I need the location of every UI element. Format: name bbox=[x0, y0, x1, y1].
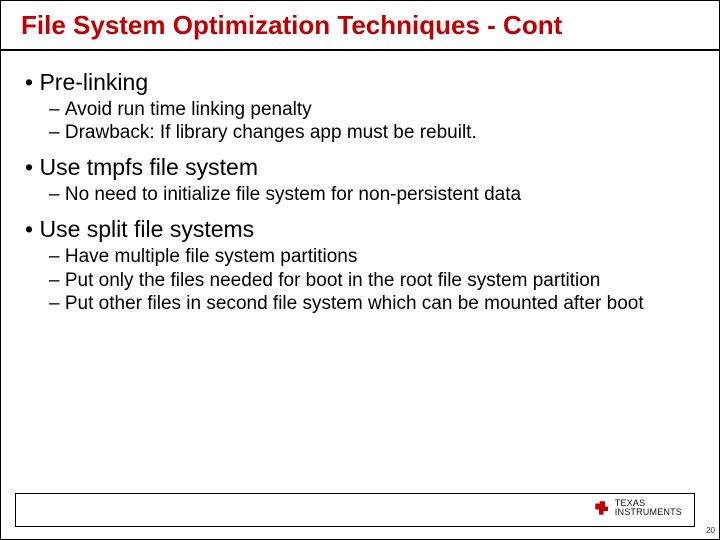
sub-bullet: – No need to initialize file system for … bbox=[49, 183, 695, 206]
bullet-tmpfs: • Use tmpfs file system bbox=[25, 154, 695, 181]
bullet-label: Use tmpfs file system bbox=[39, 154, 258, 180]
bullet-label: Pre-linking bbox=[39, 69, 148, 95]
slide-content: • Pre-linking – Avoid run time linking p… bbox=[1, 51, 719, 315]
dash-marker: – bbox=[49, 121, 65, 144]
dash-marker: – bbox=[49, 98, 65, 121]
bullet-marker: • bbox=[25, 154, 39, 181]
bullet-marker: • bbox=[25, 69, 39, 96]
dash-marker: – bbox=[49, 292, 65, 315]
ti-logo-line2: INSTRUMENTS bbox=[615, 508, 682, 517]
dash-marker: – bbox=[49, 183, 65, 206]
bullet-label: Use split file systems bbox=[39, 216, 254, 242]
sub-text: No need to initialize file system for no… bbox=[65, 184, 521, 205]
sub-text: Have multiple file system partitions bbox=[65, 246, 358, 267]
slide: File System Optimization Techniques - Co… bbox=[0, 0, 720, 540]
sub-bullet: – Have multiple file system partitions bbox=[49, 245, 695, 268]
footer-bar: TEXAS INSTRUMENTS bbox=[15, 493, 695, 527]
bullet-marker: • bbox=[25, 216, 39, 243]
sub-bullet: – Put other files in second file system … bbox=[49, 292, 695, 315]
sub-text: Put only the files needed for boot in th… bbox=[65, 270, 600, 291]
sub-text: Avoid run time linking penalty bbox=[65, 99, 312, 120]
page-number: 20 bbox=[706, 526, 715, 535]
sub-bullet: – Put only the files needed for boot in … bbox=[49, 269, 695, 292]
ti-logo: TEXAS INSTRUMENTS bbox=[593, 499, 682, 517]
dash-marker: – bbox=[49, 245, 65, 268]
sub-bullet: – Drawback: If library changes app must … bbox=[49, 121, 695, 144]
sub-bullet: – Avoid run time linking penalty bbox=[49, 98, 695, 121]
bullet-split-fs: • Use split file systems bbox=[25, 216, 695, 243]
sub-text: Drawback: If library changes app must be… bbox=[65, 122, 477, 143]
dash-marker: – bbox=[49, 269, 65, 292]
slide-title: File System Optimization Techniques - Co… bbox=[1, 1, 719, 51]
sub-text: Put other files in second file system wh… bbox=[65, 293, 644, 314]
ti-logo-text: TEXAS INSTRUMENTS bbox=[615, 499, 682, 517]
bullet-prelinking: • Pre-linking bbox=[25, 69, 695, 96]
ti-chip-icon bbox=[593, 499, 611, 517]
